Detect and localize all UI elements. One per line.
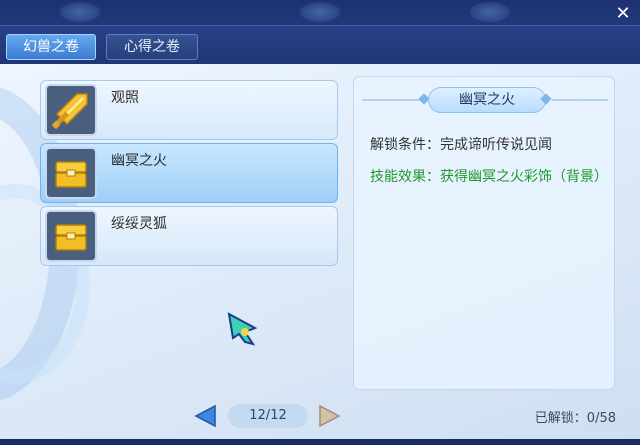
- page-indicator: 12/12: [228, 404, 308, 428]
- arrow-left-icon: [194, 404, 216, 428]
- skill-effect: 技能效果：获得幽冥之火彩饰（背景）: [370, 169, 608, 185]
- chest-icon: [45, 210, 97, 262]
- list-item-suisui[interactable]: 绥绥灵狐: [40, 206, 338, 266]
- sword-icon: [45, 84, 97, 136]
- divider: [552, 99, 608, 101]
- divider: [362, 99, 422, 101]
- collection-window: ✕ 幻兽之卷 心得之卷 观照 幽冥之火 绥绥灵狐 幽冥之火 解锁条件：完成谛听传…: [0, 0, 640, 445]
- detail-panel: 幽冥之火 解锁条件：完成谛听传说见闻 技能效果：获得幽冥之火彩饰（背景）: [353, 76, 615, 390]
- close-button[interactable]: ✕: [612, 4, 634, 24]
- list-item-label: 幽冥之火: [111, 153, 167, 169]
- detail-title: 幽冥之火: [428, 87, 546, 113]
- detail-header: 幽冥之火: [354, 87, 616, 113]
- unlocked-count: 已解锁：0/58: [534, 411, 616, 426]
- sparkle-decoration: [300, 2, 340, 22]
- arrow-right-icon: [319, 404, 341, 428]
- detail-body: 解锁条件：完成谛听传说见闻 技能效果：获得幽冥之火彩饰（背景）: [370, 135, 608, 187]
- tab-bar: 幻兽之卷 心得之卷: [0, 26, 640, 64]
- chest-icon: [45, 147, 97, 199]
- sparkle-decoration: [470, 2, 510, 22]
- tab-beast-scroll[interactable]: 幻兽之卷: [6, 34, 96, 60]
- unlock-condition: 解锁条件：完成谛听传说见闻: [370, 137, 552, 153]
- sparkle-decoration: [60, 2, 100, 22]
- content-panel: 观照 幽冥之火 绥绥灵狐 幽冥之火 解锁条件：完成谛听传说见闻 技能效果：获得幽…: [0, 64, 640, 439]
- list-item-label: 绥绥灵狐: [111, 216, 167, 232]
- list-item-label: 观照: [111, 90, 139, 106]
- cursor-icon: [225, 308, 265, 348]
- list-item-youming[interactable]: 幽冥之火: [40, 143, 338, 203]
- bottom-frame: [0, 439, 640, 445]
- prev-page-button[interactable]: [193, 403, 219, 429]
- tab-insight-scroll[interactable]: 心得之卷: [106, 34, 198, 60]
- title-bar: ✕: [0, 0, 640, 26]
- close-icon: ✕: [615, 3, 631, 24]
- next-page-button[interactable]: [316, 403, 342, 429]
- list-item-guanzhao[interactable]: 观照: [40, 80, 338, 140]
